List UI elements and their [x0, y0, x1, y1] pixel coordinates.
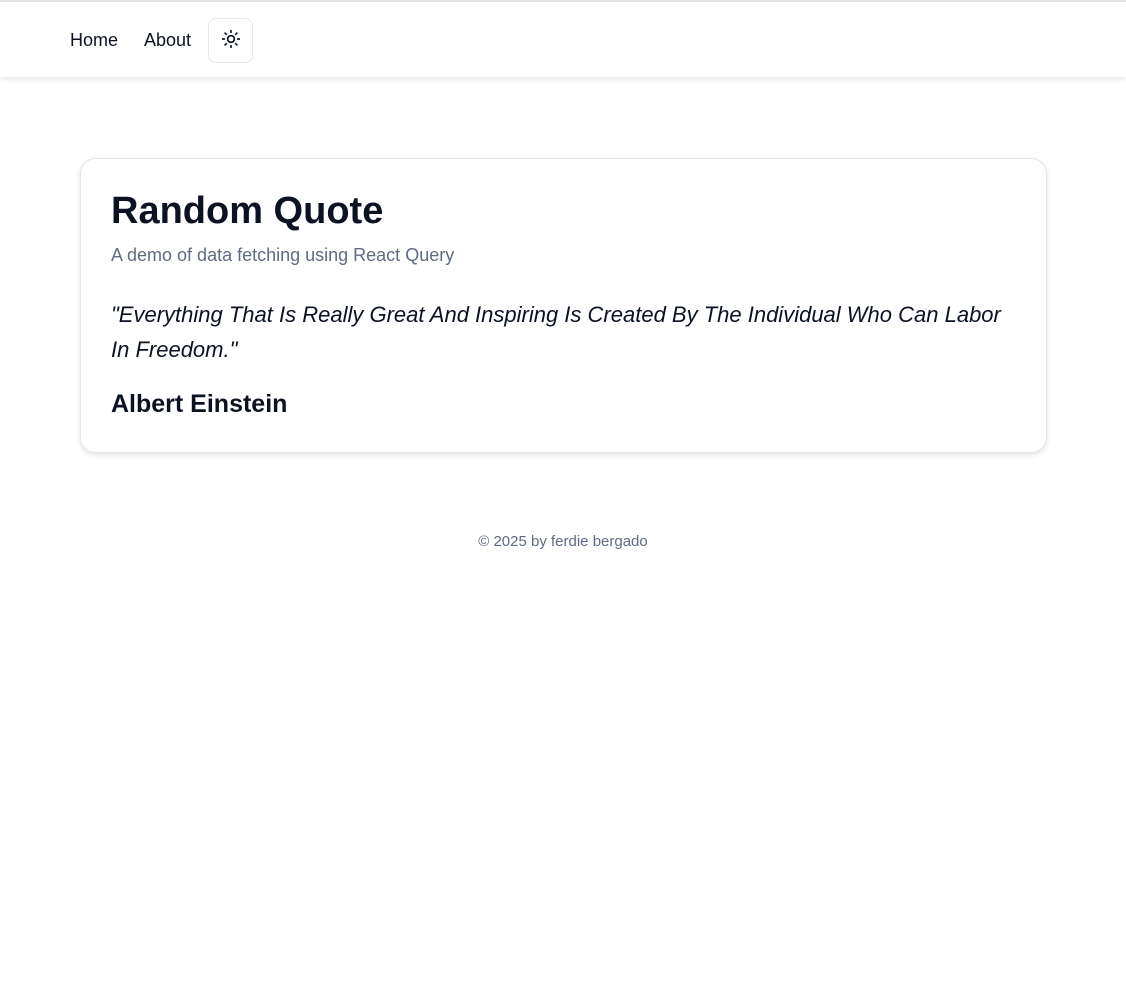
card-subtitle: A demo of data fetching using React Quer…	[111, 245, 455, 265]
card-title: Random Quote	[111, 190, 384, 232]
sun-icon	[221, 29, 241, 52]
nav-link-home[interactable]: Home	[70, 28, 118, 52]
quote-card: Random Quote A demo of data fetching usi…	[80, 158, 1047, 453]
theme-toggle-button[interactable]	[208, 18, 253, 63]
navbar: Home About	[0, 2, 1126, 77]
quote-text: "Everything That Is Really Great And Ins…	[111, 302, 1001, 362]
nav-link-about[interactable]: About	[144, 28, 191, 52]
footer-copyright: © 2025 by ferdie bergado	[478, 533, 648, 550]
quote-author: Albert Einstein	[111, 390, 288, 418]
